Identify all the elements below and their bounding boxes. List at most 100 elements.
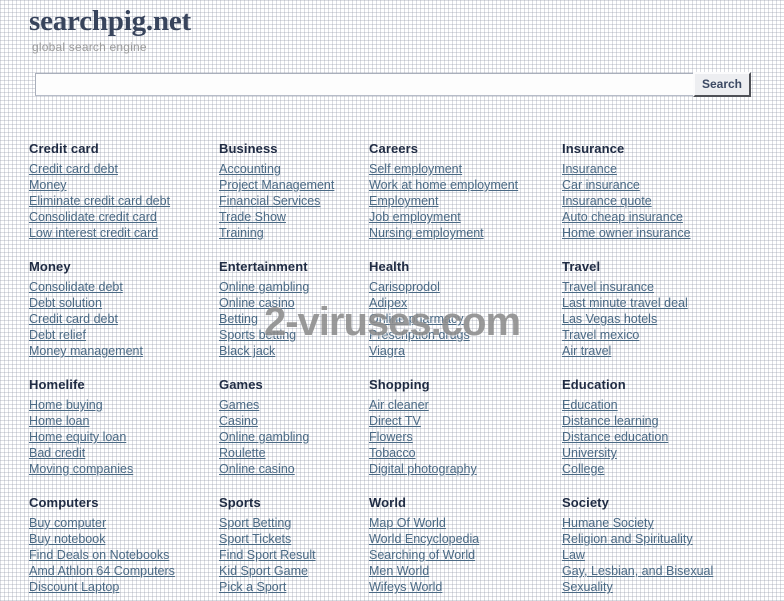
category-link[interactable]: Work at home employment: [369, 178, 518, 192]
category-link[interactable]: Self employment: [369, 162, 462, 176]
category-link[interactable]: Black jack: [219, 344, 275, 358]
category-link[interactable]: Sports betting: [219, 328, 296, 342]
category-link[interactable]: Home buying: [29, 398, 103, 412]
category-link[interactable]: Accounting: [219, 162, 281, 176]
category-link[interactable]: Find Sport Result: [219, 548, 316, 562]
category-link[interactable]: Credit card debt: [29, 312, 118, 326]
category-link[interactable]: Online casino: [219, 296, 295, 310]
category-link[interactable]: Las Vegas hotels: [562, 312, 657, 326]
list-item: Sexuality: [562, 579, 755, 595]
list-item: Home owner insurance: [562, 225, 755, 241]
category-title: Careers: [369, 141, 419, 156]
category-link[interactable]: Digital photography: [369, 462, 477, 476]
category-link[interactable]: Law: [562, 548, 585, 562]
category-link[interactable]: Trade Show: [219, 210, 286, 224]
category-link[interactable]: Online casino: [219, 462, 295, 476]
category-link[interactable]: Online gambling: [219, 430, 309, 444]
list-item: Credit card debt: [29, 161, 219, 177]
search-input[interactable]: [35, 73, 695, 96]
list-item: Eliminate credit card debt: [29, 193, 219, 209]
list-item: College: [562, 461, 755, 477]
category-link[interactable]: Debt solution: [29, 296, 102, 310]
category-link[interactable]: Money management: [29, 344, 143, 358]
category-link[interactable]: Insurance quote: [562, 194, 652, 208]
category-link[interactable]: Money: [29, 178, 67, 192]
category-link[interactable]: Flowers: [369, 430, 413, 444]
category-link[interactable]: Games: [219, 398, 259, 412]
category-link[interactable]: Nursing employment: [369, 226, 484, 240]
category-link[interactable]: Sport Tickets: [219, 532, 291, 546]
category-link[interactable]: Buy computer: [29, 516, 106, 530]
category-link[interactable]: Betting: [219, 312, 258, 326]
category-link[interactable]: Adipex: [369, 296, 407, 310]
category-link[interactable]: Job employment: [369, 210, 461, 224]
category-link[interactable]: Sexuality: [562, 580, 613, 594]
category-block: Computers Buy computer Buy notebook Find De…: [29, 495, 219, 595]
category-link[interactable]: Insurance: [562, 162, 617, 176]
category-title: Computers: [29, 495, 99, 510]
category-link[interactable]: Prescription drugs: [369, 328, 470, 342]
category-link[interactable]: University: [562, 446, 617, 460]
category-link[interactable]: Air travel: [562, 344, 611, 358]
category-link[interactable]: Find Deals on Notebooks: [29, 548, 169, 562]
category-link[interactable]: Moving companies: [29, 462, 133, 476]
category-link[interactable]: Map Of World: [369, 516, 446, 530]
category-link[interactable]: Travel insurance: [562, 280, 654, 294]
category-link[interactable]: Education: [562, 398, 618, 412]
category-link[interactable]: Auto cheap insurance: [562, 210, 683, 224]
category-link[interactable]: Discount Laptop: [29, 580, 119, 594]
category-link[interactable]: Humane Society: [562, 516, 654, 530]
category-link[interactable]: Searching of World: [369, 548, 475, 562]
list-item: Find Deals on Notebooks: [29, 547, 219, 563]
category-link[interactable]: Low interest credit card: [29, 226, 158, 240]
category-link[interactable]: Consolidate credit card: [29, 210, 157, 224]
category-link[interactable]: Consolidate debt: [29, 280, 123, 294]
category-link[interactable]: Home equity loan: [29, 430, 126, 444]
category-link[interactable]: Kid Sport Game: [219, 564, 308, 578]
category-link[interactable]: Training: [219, 226, 264, 240]
category-link[interactable]: Pick a Sport: [219, 580, 286, 594]
category-link[interactable]: Eliminate credit card debt: [29, 194, 170, 208]
category-link[interactable]: College: [562, 462, 604, 476]
category-link[interactable]: Direct TV: [369, 414, 421, 428]
category-link[interactable]: Online gambling: [219, 280, 309, 294]
category-link[interactable]: Financial Services: [219, 194, 320, 208]
category-link[interactable]: Travel mexico: [562, 328, 639, 342]
category-link[interactable]: Men World: [369, 564, 429, 578]
category-link[interactable]: Casino: [219, 414, 258, 428]
category-link[interactable]: Car insurance: [562, 178, 640, 192]
category-link[interactable]: Air cleaner: [369, 398, 429, 412]
list-item: Travel mexico: [562, 327, 755, 343]
search-button[interactable]: Search: [693, 72, 751, 97]
category-link[interactable]: Buy notebook: [29, 532, 105, 546]
category-title: World: [369, 495, 407, 510]
list-item: Flowers: [369, 429, 562, 445]
category-link[interactable]: Roulette: [219, 446, 266, 460]
category-link[interactable]: Religion and Spirituality: [562, 532, 693, 546]
category-link[interactable]: Bad credit: [29, 446, 85, 460]
category-link[interactable]: Debt relief: [29, 328, 86, 342]
category-block: World Map Of World World Encyclopedia Searc…: [369, 495, 562, 595]
category-link[interactable]: Amd Athlon 64 Computers: [29, 564, 175, 578]
category-link[interactable]: Employment: [369, 194, 438, 208]
category-link[interactable]: World Encyclopedia: [369, 532, 479, 546]
category-link[interactable]: Sport Betting: [219, 516, 291, 530]
category-link[interactable]: Project Management: [219, 178, 334, 192]
category-link[interactable]: Tobacco: [369, 446, 416, 460]
category-link[interactable]: Online pharmacy: [369, 312, 464, 326]
list-item: Carisoprodol: [369, 279, 562, 295]
category-link[interactable]: Carisoprodol: [369, 280, 440, 294]
category-link[interactable]: Distance learning: [562, 414, 659, 428]
category-title: Insurance: [562, 141, 625, 156]
category-link[interactable]: Gay, Lesbian, and Bisexual: [562, 564, 713, 578]
category-link[interactable]: Last minute travel deal: [562, 296, 688, 310]
list-item: Roulette: [219, 445, 369, 461]
category-link[interactable]: Viagra: [369, 344, 405, 358]
category-link[interactable]: Distance education: [562, 430, 668, 444]
category-link[interactable]: Home owner insurance: [562, 226, 691, 240]
category-link[interactable]: Home loan: [29, 414, 89, 428]
category-link[interactable]: Credit card debt: [29, 162, 118, 176]
category-link[interactable]: Wifeys World: [369, 580, 442, 594]
category-block: Business Accounting Project Management Fina…: [219, 141, 369, 259]
site-logo: searchpig.net: [29, 5, 191, 37]
